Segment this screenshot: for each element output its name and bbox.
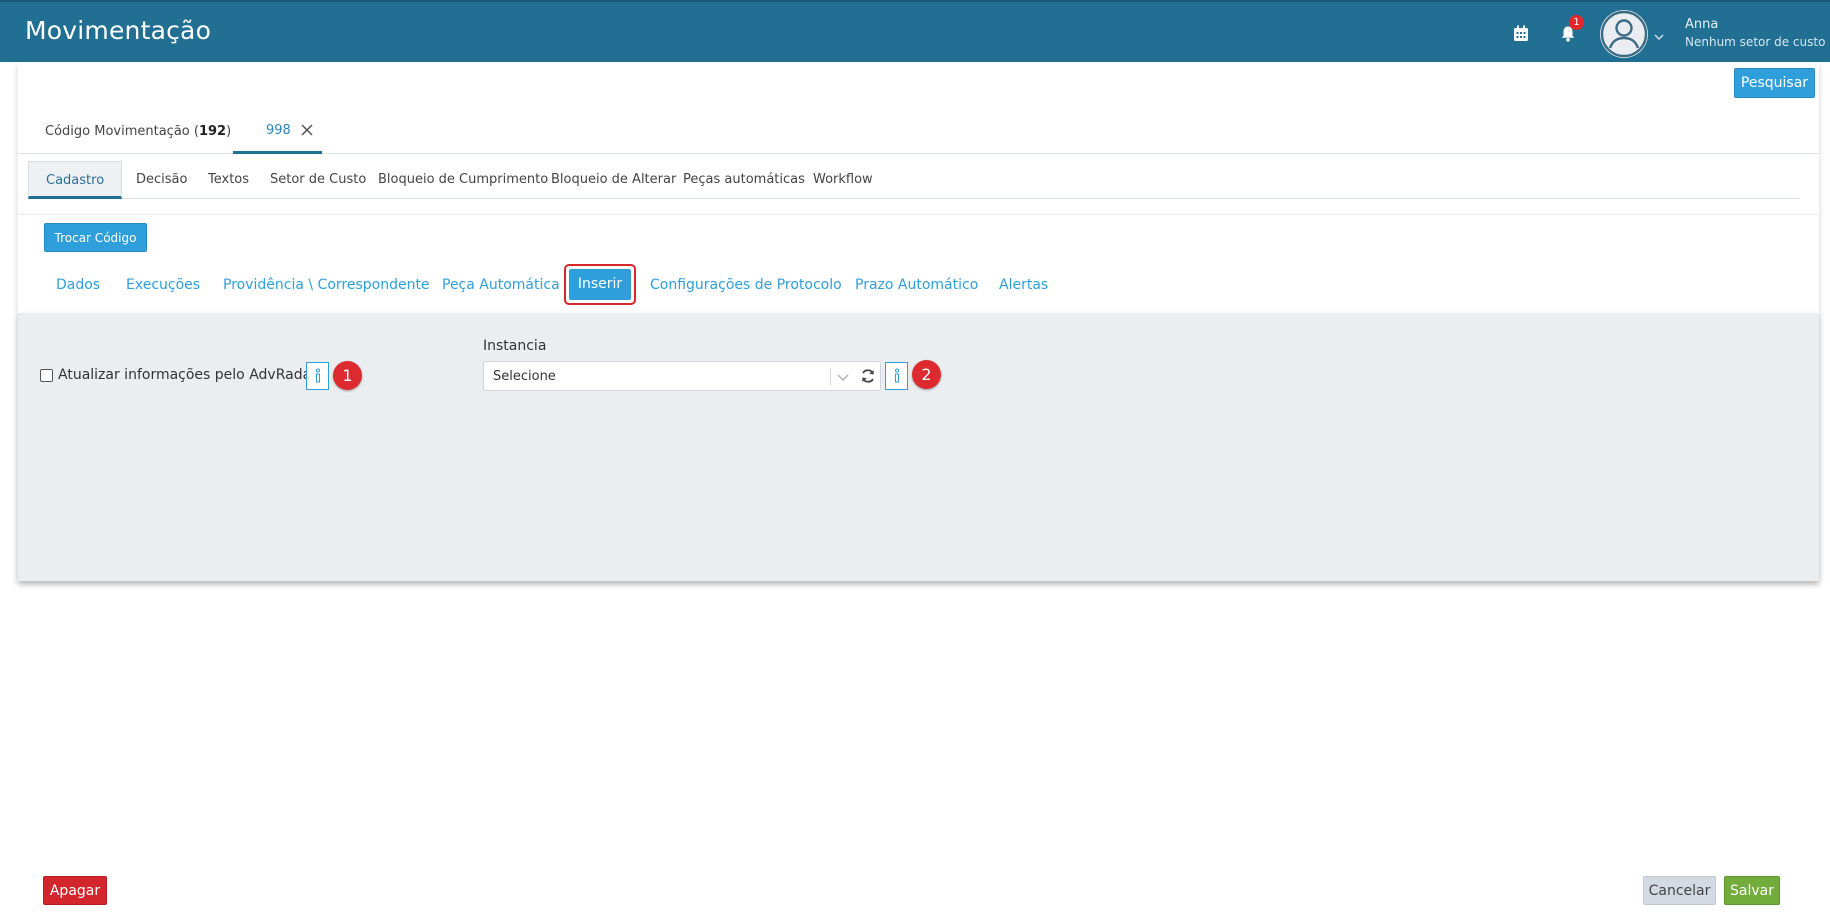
user-name: Anna — [1685, 17, 1719, 32]
main-tabs: Cadastro Decisão Textos Setor de Custo B… — [28, 161, 1800, 199]
form-area — [18, 313, 1819, 581]
tab-list-suffix: ) — [226, 124, 232, 139]
info-icon[interactable] — [885, 362, 908, 390]
step-marker: 1 — [333, 361, 362, 390]
chevron-down-icon[interactable] — [836, 369, 850, 388]
info-icon[interactable] — [306, 362, 329, 390]
record-tabs: Código Movimentação (192) 998 — [18, 110, 1819, 154]
app-header: Movimentação 1 Anna Nenhum setor de cust… — [0, 0, 1830, 62]
tab-list-prefix: Código Movimentação ( — [45, 124, 199, 139]
instancia-label: Instancia — [483, 338, 547, 354]
subtab-execucoes[interactable]: Execuções — [126, 277, 200, 293]
divider — [18, 214, 1819, 215]
instancia-value: Selecione — [493, 369, 556, 384]
notification-badge: 1 — [1569, 15, 1584, 30]
subtab-prazo-automatico[interactable]: Prazo Automático — [855, 277, 978, 293]
subtab-configuracoes-de-protocolo[interactable]: Configurações de Protocolo — [650, 277, 842, 293]
select-divider — [830, 368, 831, 385]
trocar-codigo-button[interactable]: Trocar Código — [44, 223, 147, 252]
user-sector: Nenhum setor de custo — [1685, 35, 1826, 49]
subtab-providencia-correspondente[interactable]: Providência \ Correspondente — [223, 277, 430, 293]
advradar-checkbox-row[interactable]: Atualizar informações pelo AdvRadar — [40, 367, 317, 383]
tab-workflow[interactable]: Workflow — [796, 161, 890, 199]
tab-record-998[interactable]: 998 — [233, 110, 322, 154]
save-button[interactable]: Salvar — [1724, 876, 1780, 905]
chevron-down-icon[interactable] — [1654, 26, 1664, 45]
tab-cadastro[interactable]: Cadastro — [28, 161, 123, 199]
refresh-icon[interactable] — [860, 368, 876, 388]
step-marker: 2 — [912, 360, 941, 389]
calendar-icon[interactable] — [1508, 20, 1534, 46]
search-button[interactable]: Pesquisar — [1734, 68, 1815, 98]
record-count: 192 — [198, 124, 227, 139]
advradar-checkbox-label: Atualizar informações pelo AdvRadar — [58, 367, 317, 383]
record-code: 998 — [266, 123, 291, 138]
subtab-inserir[interactable]: Inserir — [564, 264, 636, 305]
cancel-button[interactable]: Cancelar — [1643, 876, 1716, 905]
sub-tabs: Dados Execuções Providência \ Correspond… — [18, 262, 1819, 312]
subtab-dados[interactable]: Dados — [56, 277, 100, 293]
close-icon[interactable] — [300, 122, 314, 141]
page-title: Movimentação — [25, 16, 212, 45]
subtab-inserir-label: Inserir — [569, 269, 631, 300]
advradar-checkbox[interactable] — [40, 368, 53, 382]
subtab-peca-automatica[interactable]: Peça Automática — [442, 277, 560, 293]
subtab-alertas[interactable]: Alertas — [999, 277, 1048, 293]
instancia-select[interactable]: Selecione — [483, 361, 881, 391]
delete-button[interactable]: Apagar — [43, 876, 107, 905]
tab-codigo-movimentacao[interactable]: Código Movimentação (192) — [45, 124, 231, 139]
user-avatar-icon[interactable] — [1600, 10, 1648, 58]
